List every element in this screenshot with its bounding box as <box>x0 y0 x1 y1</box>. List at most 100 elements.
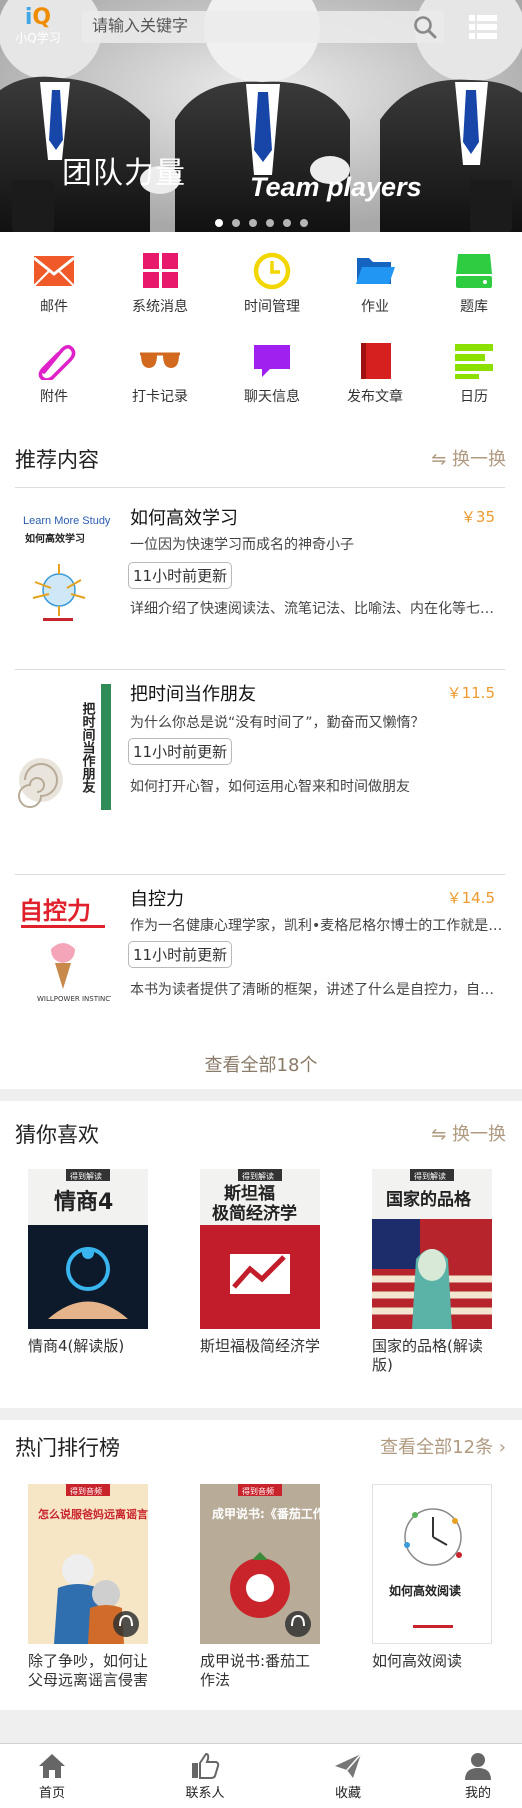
cover-art: 得到音频 成甲说书:《番茄工作法》 <box>200 1484 320 1644</box>
book-description: 如何打开心智，如何运用心智来和时间做朋友 <box>130 779 410 795</box>
list-item[interactable]: Learn More Study Less 如何高效学习 如何高效学习 ￥35 … <box>15 487 505 647</box>
grid-item-calendar[interactable]: 日历 <box>424 342 522 422</box>
book-name: 国家的品格(解读版) <box>372 1337 483 1374</box>
book-cover: 把时间当作朋友 <box>15 684 111 810</box>
cover-title: 怎么说服爸妈远离谣言侵害? <box>38 1507 148 1521</box>
grid-item-publish-article[interactable]: 发布文章 <box>325 342 425 422</box>
banner-title-en: Team players <box>250 172 422 202</box>
grid-item-label: 时间管理 <box>244 299 300 315</box>
section-title: 猜你喜欢 <box>15 1123 99 1147</box>
clock-icon <box>253 252 291 290</box>
book-card[interactable]: 如何高效阅读 如何高效阅读 <box>372 1484 512 1671</box>
search-input[interactable] <box>92 11 392 43</box>
tab-label: 联系人 <box>185 1786 225 1801</box>
book-name: 如何高效阅读 <box>372 1652 463 1670</box>
book-cover: 如何高效阅读 <box>372 1484 492 1644</box>
book-price: ￥14.5 <box>446 889 495 907</box>
grid-item-question-bank[interactable]: 题库 <box>424 252 522 332</box>
tab-profile[interactable]: 我的 <box>428 1744 522 1808</box>
grid-item-homework[interactable]: 作业 <box>325 252 425 332</box>
grid-item-mail[interactable]: 邮件 <box>4 252 104 332</box>
thumbs-up-icon <box>192 1752 220 1779</box>
book-card[interactable]: 得到音频 成甲说书:《番茄工作法》 成甲说书:番茄工作法 <box>200 1484 340 1690</box>
cover-cn: WILLPOWER INSTINCT <box>37 995 111 1003</box>
refresh-button[interactable]: ⇋ 换一换 <box>431 1120 506 1146</box>
list-item[interactable]: 把时间当作朋友 把时间当作朋友 ￥11.5 为什么你总是说“没有时间了”，勤奋而… <box>15 669 505 829</box>
swap-icon: ⇋ <box>431 1124 452 1145</box>
book-card[interactable]: 得到音频 怎么说服爸妈远离谣言侵害? 除了争吵，如何让父母远离谣言侵害 <box>28 1484 168 1690</box>
cover-badge: 得到解读 <box>414 1171 446 1181</box>
book-cover: 得到音频 成甲说书:《番茄工作法》 <box>200 1484 320 1644</box>
cover-badge: 得到音频 <box>70 1486 102 1496</box>
tab-label: 收藏 <box>334 1786 361 1801</box>
grid-item-time-management[interactable]: 时间管理 <box>222 252 322 332</box>
grid-item-checkin-records[interactable]: 打卡记录 <box>110 342 210 422</box>
book-cover: 自控力 WILLPOWER INSTINCT <box>15 889 111 1015</box>
carousel-dot[interactable] <box>300 219 308 227</box>
tab-home[interactable]: 首页 <box>2 1744 102 1808</box>
menu-list-icon[interactable] <box>468 12 498 42</box>
book-name: 除了争吵，如何让父母远离谣言侵害 <box>28 1652 149 1689</box>
send-icon <box>335 1753 362 1778</box>
carousel-dot[interactable] <box>249 219 257 227</box>
search-bar[interactable] <box>82 11 444 43</box>
recommend-section: 推荐内容 ⇋ 换一换 Learn More Study Less 如何高效学习 … <box>0 432 522 1089</box>
ranking-section: 热门排行榜 查看全部12条 › 得到音频 怎么说服爸妈远离谣言侵害? 除了争吵，… <box>0 1420 522 1710</box>
cover-title-line2: 极简经济学 <box>212 1203 297 1224</box>
grid-item-label: 题库 <box>460 299 488 315</box>
app-logo[interactable]: iQ 小Q学习 <box>13 6 63 50</box>
sunglasses-icon <box>140 352 180 368</box>
book-price: ￥11.5 <box>446 684 495 702</box>
app-page: { "header": { "logo_text": "小Q学习", "sear… <box>0 0 522 1808</box>
book-cover: 得到解读 斯坦福 极简经济学 <box>200 1169 320 1329</box>
grid-item-system-message[interactable]: 系统消息 <box>110 252 210 332</box>
book-card[interactable]: 得到解读 情商4 情商4(解读版) <box>28 1169 168 1356</box>
book-title: 自控力 <box>130 889 184 910</box>
swap-icon: ⇋ <box>431 449 452 470</box>
grid-item-chat[interactable]: 聊天信息 <box>222 342 322 422</box>
cover-text: 把时间当作朋友 <box>80 701 97 794</box>
book-name: 情商4(解读版) <box>28 1337 125 1355</box>
carousel-dots <box>215 212 317 227</box>
refresh-label: 换一换 <box>452 449 506 470</box>
logo-text: 小Q学习 <box>15 31 61 45</box>
book-title: 把时间当作朋友 <box>130 684 256 705</box>
section-title: 热门排行榜 <box>15 1436 120 1460</box>
carousel-dot[interactable] <box>266 219 274 227</box>
cover-badge: 得到解读 <box>70 1171 102 1181</box>
book-card[interactable]: 得到解读 国家的品格 国家的品格(解读版) <box>372 1169 512 1375</box>
view-all-label: 查看全部12条 <box>380 1437 494 1458</box>
view-all-ranking-button[interactable]: 查看全部12条 › <box>380 1433 506 1459</box>
view-all-button[interactable]: 查看全部18个 <box>0 1051 522 1077</box>
section-title: 推荐内容 <box>15 448 99 472</box>
guess-section: 猜你喜欢 ⇋ 换一换 得到解读 情商4 情商4(解读版) 得到解读 斯坦福 极简… <box>0 1101 522 1408</box>
cover-text: 自控力 <box>19 897 91 925</box>
carousel-dot[interactable] <box>232 219 240 227</box>
tab-contacts[interactable]: 联系人 <box>155 1744 255 1808</box>
refresh-button[interactable]: ⇋ 换一换 <box>431 445 506 471</box>
grid-item-label: 打卡记录 <box>132 389 188 405</box>
database-icon <box>456 254 492 288</box>
carousel-dot[interactable] <box>215 219 223 227</box>
cover-art: 如何高效阅读 <box>373 1485 491 1643</box>
carousel-dot[interactable] <box>283 219 291 227</box>
banner-title-cn: 团队力量 <box>62 156 186 191</box>
cover-art: 得到音频 怎么说服爸妈远离谣言侵害? <box>28 1484 148 1644</box>
grid-item-label: 发布文章 <box>347 389 403 405</box>
tab-favorites[interactable]: 收藏 <box>298 1744 398 1808</box>
search-icon[interactable] <box>412 14 438 40</box>
grid-item-attachment[interactable]: 附件 <box>4 342 104 422</box>
list-item[interactable]: 自控力 WILLPOWER INSTINCT 自控力 ￥14.5 作为一名健康心… <box>15 874 505 1034</box>
book-card[interactable]: 得到解读 斯坦福 极简经济学 斯坦福极简经济学 <box>200 1169 340 1356</box>
grid-item-label: 作业 <box>361 299 389 315</box>
update-time-badge: 11小时前更新 <box>128 562 233 589</box>
cover-title: 情商4 <box>54 1189 113 1215</box>
paperclip-icon <box>38 345 76 380</box>
grid-item-label: 日历 <box>460 389 488 405</box>
book-name: 斯坦福极简经济学 <box>200 1337 321 1355</box>
cover-title: 成甲说书:《番茄工作法》 <box>212 1506 320 1521</box>
cover-badge: 得到音频 <box>242 1486 274 1496</box>
cover-art: 得到解读 斯坦福 极简经济学 <box>200 1169 320 1329</box>
hero-banner[interactable]: iQ 小Q学习 团队力量 Team players <box>0 0 522 232</box>
cover-title: 如何高效阅读 <box>389 1583 461 1598</box>
